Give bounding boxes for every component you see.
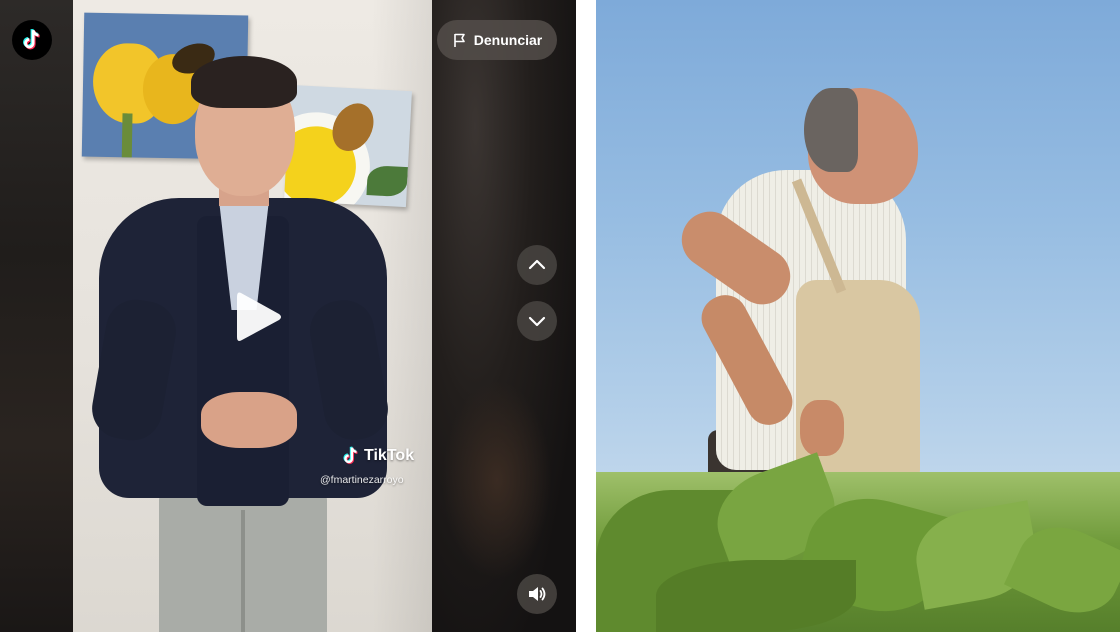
farmer-in-field-photo: [596, 0, 1120, 632]
volume-button[interactable]: [517, 574, 557, 614]
volume-icon: [529, 587, 546, 601]
chevron-down-icon: [528, 316, 546, 327]
tiktok-watermark-icon: [343, 446, 358, 465]
report-button[interactable]: Denunciar: [437, 20, 557, 60]
crop-leaf: [656, 560, 856, 632]
previous-video-button[interactable]: [517, 245, 557, 285]
tiktok-watermark: TikTok: [340, 445, 414, 467]
tiktok-embed-player: TikTok @fmartinezarroyo Denunciar: [0, 0, 576, 632]
report-button-label: Denunciar: [473, 32, 543, 48]
farmer-hair: [804, 88, 858, 172]
man-hands: [201, 392, 297, 448]
flag-icon: [453, 33, 465, 47]
bee-photo-frame-right: [284, 84, 412, 208]
farmer-hand: [800, 400, 844, 456]
tiktok-watermark-brand: TikTok: [364, 447, 415, 464]
creator-handle: @fmartinezarroyo: [320, 474, 404, 486]
chevron-up-icon: [528, 259, 546, 270]
next-video-button[interactable]: [517, 301, 557, 341]
play-icon[interactable]: [235, 289, 283, 345]
man-hair: [191, 56, 297, 108]
blurred-backdrop-left: [0, 0, 73, 632]
tiktok-logo-icon[interactable]: [12, 20, 52, 60]
